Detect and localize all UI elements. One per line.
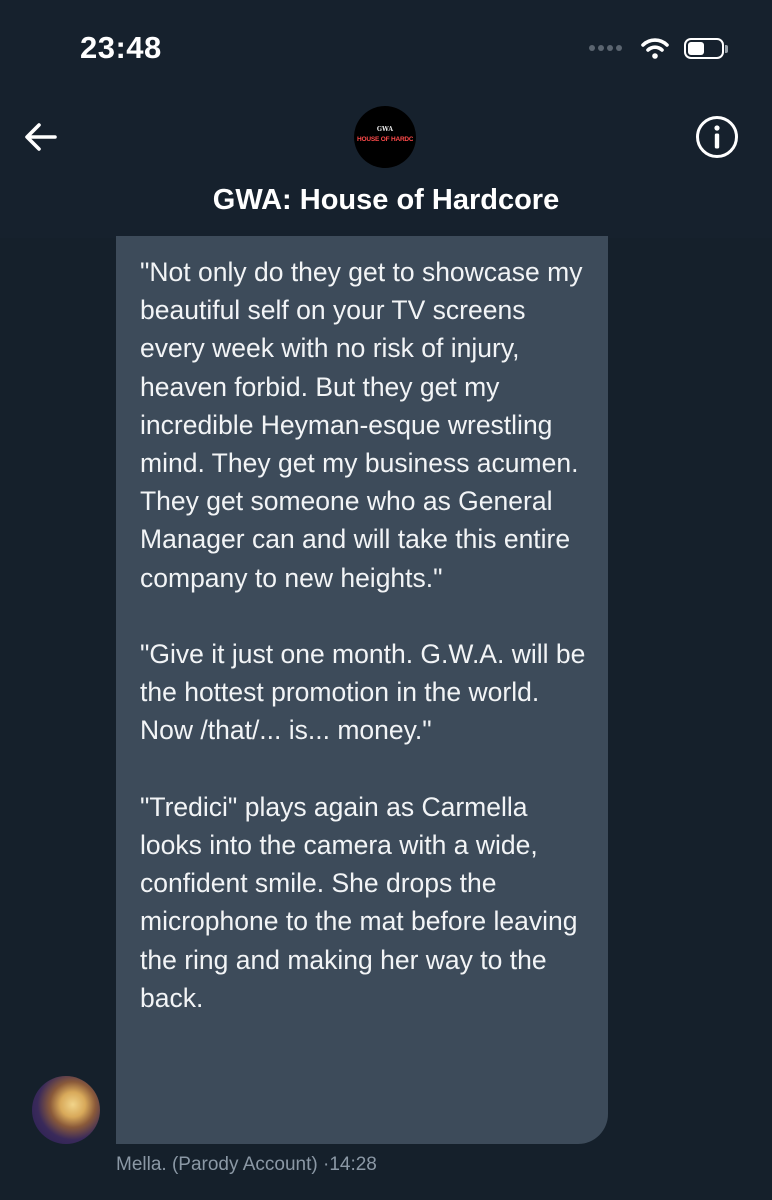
status-time: 23:48: [80, 30, 162, 65]
wifi-icon: [641, 38, 669, 59]
group-avatar[interactable]: GWA HOUSE OF HARDCORE: [354, 106, 416, 168]
message-paragraph: "Not only do they get to showcase my bea…: [140, 257, 583, 593]
sender-avatar[interactable]: [32, 1076, 100, 1144]
message-paragraph: "Tredici" plays again as Carmella looks …: [140, 791, 578, 1013]
message-time: 14:28: [329, 1154, 377, 1175]
avatar-logo-main: HOUSE OF HARDCORE: [357, 136, 413, 143]
arrow-left-icon: [25, 123, 57, 151]
message-bubble[interactable]: "Not only do they get to showcase my bea…: [116, 236, 608, 1144]
conversation-header: 23:48 GWA HOUSE OF HARDCORE GWA: House o…: [0, 0, 772, 238]
info-button[interactable]: [694, 114, 740, 160]
status-icons: [589, 36, 728, 60]
back-button[interactable]: [20, 116, 62, 158]
message-meta: Mella. (Parody Account) ·14:28: [116, 1154, 377, 1176]
avatar-logo-small: GWA: [376, 126, 394, 133]
sender-name: Mella. (Parody Account): [116, 1154, 318, 1175]
conversation-title[interactable]: GWA: House of Hardcore: [0, 184, 772, 217]
cellular-signal-icon: [589, 45, 622, 51]
message-paragraph: "Give it just one month. G.W.A. will be …: [140, 639, 586, 746]
battery-icon: [684, 37, 728, 59]
info-icon: [696, 116, 738, 158]
